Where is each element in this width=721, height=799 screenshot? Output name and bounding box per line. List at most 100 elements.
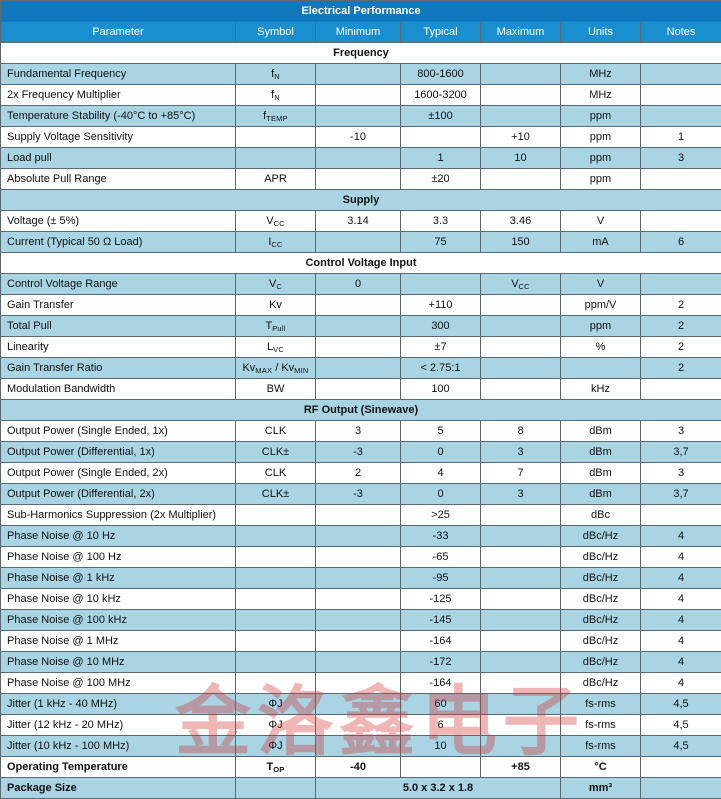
cell-symbol bbox=[236, 127, 316, 148]
cell-notes bbox=[641, 274, 721, 295]
cell-symbol bbox=[236, 610, 316, 631]
cell-units: kHz bbox=[561, 379, 641, 400]
cell-units: ppm bbox=[561, 127, 641, 148]
cell-parameter: Phase Noise @ 100 kHz bbox=[1, 610, 236, 631]
table-row: Voltage (± 5%)VCC3.143.33.46V bbox=[1, 211, 721, 232]
cell-maximum bbox=[481, 358, 561, 379]
cell-typical: -172 bbox=[401, 652, 481, 673]
cell-typical: 3.3 bbox=[401, 211, 481, 232]
cell-notes: 6 bbox=[641, 232, 721, 253]
cell-units: dBc bbox=[561, 505, 641, 526]
cell-typical: ±7 bbox=[401, 337, 481, 358]
cell-minimum bbox=[316, 589, 401, 610]
table-row: Phase Noise @ 10 kHz-125dBc/Hz4 bbox=[1, 589, 721, 610]
cell-typical bbox=[401, 274, 481, 295]
cell-typical: 6 bbox=[401, 715, 481, 736]
cell-minimum bbox=[316, 106, 401, 127]
cell-symbol: LVC bbox=[236, 337, 316, 358]
cell-parameter: Temperature Stability (-40°C to +85°C) bbox=[1, 106, 236, 127]
cell-parameter: Phase Noise @ 100 Hz bbox=[1, 547, 236, 568]
cell-notes: 2 bbox=[641, 358, 721, 379]
cell-symbol bbox=[236, 568, 316, 589]
cell-maximum bbox=[481, 673, 561, 694]
cell-notes bbox=[641, 106, 721, 127]
cell-units: dBc/Hz bbox=[561, 652, 641, 673]
cell-minimum bbox=[316, 232, 401, 253]
table-row: Fundamental FrequencyfN800-1600MHz bbox=[1, 64, 721, 85]
cell-typical: +110 bbox=[401, 295, 481, 316]
cell-units: dBc/Hz bbox=[561, 589, 641, 610]
section-header-row: Supply bbox=[1, 190, 721, 211]
cell-parameter: Phase Noise @ 10 kHz bbox=[1, 589, 236, 610]
cell-notes: 2 bbox=[641, 295, 721, 316]
cell-units: V bbox=[561, 274, 641, 295]
cell-units: MHz bbox=[561, 85, 641, 106]
cell-symbol bbox=[236, 778, 316, 799]
cell-units: ppm/V bbox=[561, 295, 641, 316]
cell-minimum: -3 bbox=[316, 442, 401, 463]
cell-minimum bbox=[316, 379, 401, 400]
column-header-row: Parameter Symbol Minimum Typical Maximum… bbox=[1, 22, 721, 43]
cell-minimum bbox=[316, 64, 401, 85]
cell-parameter: Operating Temperature bbox=[1, 757, 236, 778]
cell-maximum bbox=[481, 736, 561, 757]
cell-maximum bbox=[481, 295, 561, 316]
cell-notes: 4,5 bbox=[641, 694, 721, 715]
cell-parameter: Output Power (Single Ended, 1x) bbox=[1, 421, 236, 442]
cell-notes bbox=[641, 757, 721, 778]
cell-typical: 0 bbox=[401, 484, 481, 505]
table-row: Phase Noise @ 100 kHz-145dBc/Hz4 bbox=[1, 610, 721, 631]
cell-symbol: ICC bbox=[236, 232, 316, 253]
cell-maximum: +85 bbox=[481, 757, 561, 778]
table-row: Operating TemperatureTOP-40+85°C bbox=[1, 757, 721, 778]
cell-units: dBc/Hz bbox=[561, 610, 641, 631]
cell-parameter: Phase Noise @ 10 MHz bbox=[1, 652, 236, 673]
cell-symbol bbox=[236, 505, 316, 526]
section-header-row: RF Output (Sinewave) bbox=[1, 400, 721, 421]
cell-units: MHz bbox=[561, 64, 641, 85]
cell-maximum: 150 bbox=[481, 232, 561, 253]
cell-parameter: Voltage (± 5%) bbox=[1, 211, 236, 232]
cell-units: dBc/Hz bbox=[561, 631, 641, 652]
cell-notes bbox=[641, 778, 721, 799]
cell-units: ppm bbox=[561, 169, 641, 190]
cell-maximum: 10 bbox=[481, 148, 561, 169]
cell-parameter: Output Power (Differential, 2x) bbox=[1, 484, 236, 505]
cell-maximum bbox=[481, 631, 561, 652]
cell-typical bbox=[401, 757, 481, 778]
cell-maximum bbox=[481, 526, 561, 547]
cell-typical: -145 bbox=[401, 610, 481, 631]
cell-notes: 4 bbox=[641, 568, 721, 589]
cell-notes bbox=[641, 64, 721, 85]
cell-symbol bbox=[236, 589, 316, 610]
cell-minimum: -3 bbox=[316, 484, 401, 505]
cell-units bbox=[561, 358, 641, 379]
table-row: Total PullTPull300ppm2 bbox=[1, 316, 721, 337]
cell-units: dBm bbox=[561, 484, 641, 505]
table-title-row: Electrical Performance bbox=[1, 1, 721, 22]
table-row: Output Power (Single Ended, 2x)CLK247dBm… bbox=[1, 463, 721, 484]
cell-notes: 3,7 bbox=[641, 484, 721, 505]
cell-symbol: CLK± bbox=[236, 484, 316, 505]
cell-units: dBm bbox=[561, 442, 641, 463]
cell-minimum: -10 bbox=[316, 127, 401, 148]
cell-minimum bbox=[316, 715, 401, 736]
cell-parameter: Control Voltage Range bbox=[1, 274, 236, 295]
cell-units: dBc/Hz bbox=[561, 547, 641, 568]
cell-maximum: 7 bbox=[481, 463, 561, 484]
cell-symbol: CLK± bbox=[236, 442, 316, 463]
cell-minimum bbox=[316, 148, 401, 169]
cell-typical: 5 bbox=[401, 421, 481, 442]
cell-units: dBc/Hz bbox=[561, 673, 641, 694]
section-header-label: Control Voltage Input bbox=[1, 253, 721, 274]
cell-minimum bbox=[316, 505, 401, 526]
column-header-symbol: Symbol bbox=[236, 22, 316, 43]
cell-maximum bbox=[481, 547, 561, 568]
section-header-label: RF Output (Sinewave) bbox=[1, 400, 721, 421]
cell-typical: 1600-3200 bbox=[401, 85, 481, 106]
cell-minimum bbox=[316, 85, 401, 106]
cell-notes bbox=[641, 211, 721, 232]
cell-minimum: 2 bbox=[316, 463, 401, 484]
cell-units: dBm bbox=[561, 463, 641, 484]
cell-parameter: Jitter (10 kHz - 100 MHz) bbox=[1, 736, 236, 757]
